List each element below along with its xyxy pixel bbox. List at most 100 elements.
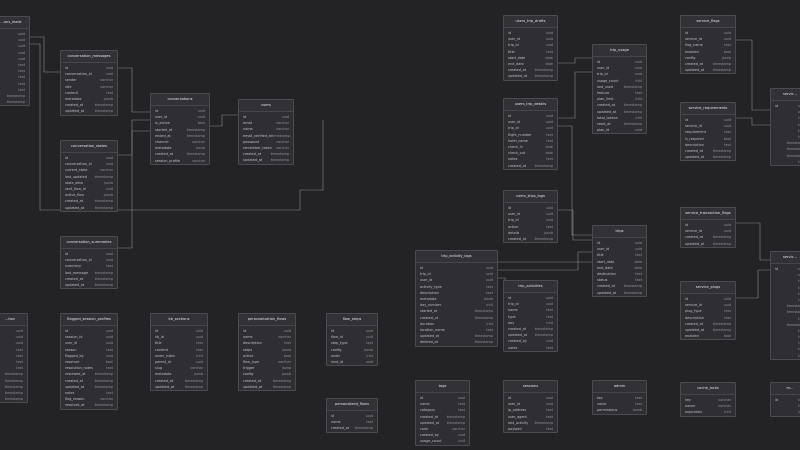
- column-name: permissions: [597, 408, 618, 413]
- relation-line: [736, 39, 770, 111]
- table-conversation-messages[interactable]: conversation_messages id uuid conversation_…: [60, 50, 118, 116]
- column-type: int4: [724, 410, 731, 415]
- column-name: updated_at: [243, 384, 263, 389]
- column-row[interactable]: updated_at timestamp: [151, 384, 207, 390]
- column-row[interactable]: next_id uuid: [327, 359, 377, 365]
- column-row[interactable]: notes text: [504, 345, 557, 351]
- column-type: timestamp: [712, 155, 731, 160]
- table-title: users_trip_drafts: [504, 16, 557, 28]
- column-type: timestamp: [94, 109, 113, 114]
- column-row[interactable]: created_at timestamp: [504, 236, 557, 242]
- table-title: conversations: [151, 94, 209, 106]
- column-row[interactable]: plan_id uuid: [593, 127, 646, 133]
- column-type: int4: [458, 439, 465, 444]
- table-title: conversation_states: [61, 141, 117, 153]
- table-trip-activity-logs[interactable]: trip_activity_logs id uuid trip_id uuid user_…: [415, 250, 498, 347]
- column-row[interactable]: timestamp: [0, 99, 29, 105]
- column-name: id: [775, 398, 779, 402]
- column-type: timestamp: [94, 282, 113, 287]
- column-row[interactable]: expiration int4: [681, 409, 735, 415]
- relation-line: [736, 117, 770, 126]
- table-kb-sections[interactable]: kb_sections id uuid kb_id uuid title text conte…: [150, 313, 208, 391]
- column-row[interactable]: updated_at timestamp: [239, 384, 295, 390]
- column-type: timestamp: [94, 205, 113, 210]
- relation-line: [117, 119, 150, 156]
- table-service-flags[interactable]: service_flags id uuid service_id uuid flag_na…: [680, 15, 736, 75]
- table-trip-activities[interactable]: trip_activities id uuid trip_id uuid name text…: [503, 280, 558, 352]
- column-row[interactable]: text: [771, 159, 800, 165]
- table-conversations[interactable]: conversations id uuid user_id uuid is_active b…: [150, 93, 210, 165]
- table-service-transaction-flags[interactable]: service_transaction_flags id uuid service_i…: [680, 207, 736, 248]
- column-type: timestamp: [94, 403, 113, 408]
- table-cache-locks[interactable]: cache_locks key varchar owner varchar expirat…: [680, 382, 736, 417]
- column-name: deleted_at: [420, 340, 438, 345]
- column-row[interactable]: updated_at timestamp: [61, 108, 117, 114]
- column-type: bool: [723, 334, 731, 339]
- column-name: updated_at: [155, 384, 175, 389]
- table-admin[interactable]: admin key text value text permissions jsonb: [592, 380, 647, 415]
- column-row[interactable]: updated_at timestamp: [593, 290, 646, 296]
- erd-canvas[interactable]: ...ons_leadsiduuiduuiduuiduuiduuidtextte…: [0, 0, 800, 450]
- table-conversation-states[interactable]: conversation_states id uuid conversation_id…: [60, 140, 118, 212]
- column-row[interactable]: resolved_at timestamp: [61, 402, 117, 408]
- table-trip-usage[interactable]: trip_usage id uuid user_id uuid trip_id uuid us…: [592, 44, 647, 135]
- relation-line: [30, 36, 60, 73]
- column-type: jsonb: [632, 408, 642, 413]
- column-row[interactable]: created_at timestamp: [327, 425, 377, 431]
- table-users-trip-details[interactable]: users_trip_details id uuid user_id uuid trip_…: [503, 98, 558, 170]
- column-row[interactable]: updated_at timestamp: [681, 67, 735, 73]
- column-row[interactable]: updated_at timestamp: [681, 154, 735, 160]
- column-type: varchar: [192, 158, 205, 163]
- table-conversation-summaries[interactable]: conversation_summaries id uuid conversation…: [60, 236, 118, 290]
- column-row[interactable]: enabled bool: [681, 333, 735, 339]
- column-row[interactable]: created_at timestamp: [504, 163, 557, 169]
- table-users-trips-logs[interactable]: users_trips_logs id uuid user_id uuid trip_id…: [503, 190, 558, 244]
- column-name: updated_at: [243, 158, 263, 163]
- table-title: conversation_summaries: [61, 237, 117, 249]
- table-flow-steps[interactable]: flow_steps id uuid flow_id uuid step_type text…: [326, 313, 378, 367]
- table-m[interactable]: m...idint4textint4: [770, 382, 800, 417]
- column-row[interactable]: updated_at timestamp: [504, 73, 557, 79]
- column-row[interactable]: permissions jsonb: [593, 407, 646, 413]
- table-flagged-session-profiles[interactable]: flagged_session_profiles id uuid session_id…: [60, 313, 118, 410]
- table-sessions[interactable]: sessions id uuid user_id uuid ip_address text u…: [503, 380, 558, 434]
- table-title: servic...: [771, 89, 800, 101]
- column-name: resolved_at: [65, 403, 85, 408]
- column-row[interactable]: text: [771, 353, 800, 359]
- column-row[interactable]: deleted_at timestamp: [416, 339, 497, 345]
- table-title: ...ons_leads: [0, 17, 29, 29]
- table-users[interactable]: users id uuid email varchar name varchar email_…: [238, 99, 294, 165]
- column-row[interactable]: timestamp: [0, 396, 27, 402]
- column-row[interactable]: payload text: [504, 426, 557, 432]
- table-servic[interactable]: servic...iduuiduuidtexttexttexttexttimes…: [770, 88, 800, 166]
- column-name: created_at: [508, 163, 527, 168]
- column-type: uuid: [365, 359, 373, 364]
- table-title: users: [239, 100, 293, 112]
- table-personalization-flows[interactable]: personalization_flows id uuid name varchar de…: [238, 313, 296, 391]
- table-title: sessions: [504, 381, 557, 393]
- table-title: flagged_session_profiles: [61, 314, 117, 326]
- table-users-trip-drafts[interactable]: users_trip_drafts id uuid user_id uuid trip_i…: [503, 15, 558, 81]
- table-title: service_transaction_flags: [681, 208, 735, 220]
- column-row[interactable]: int4: [771, 409, 800, 415]
- table-trips[interactable]: trips id uuid user_id uuid title text start_dat…: [592, 225, 647, 297]
- column-row[interactable]: updated_at timestamp: [61, 282, 117, 288]
- column-name: id: [775, 267, 779, 271]
- column-row[interactable]: usage_count int4: [416, 438, 469, 444]
- table-ons-leads[interactable]: ...ons_leadsiduuiduuiduuiduuiduuidtextte…: [0, 16, 30, 107]
- table-personalized-flows[interactable]: personalized_flows id uuid name text created_…: [326, 398, 378, 433]
- column-type: timestamp: [712, 241, 731, 246]
- relation-line: [558, 209, 592, 241]
- table-title: admin: [593, 381, 646, 393]
- column-row[interactable]: session_profile varchar: [151, 158, 209, 164]
- table-tags[interactable]: tags id uuid name text category text created_at…: [415, 380, 470, 446]
- table-tion[interactable]: ...tioniduuiduuiduuidtexttexttexttexttim…: [0, 313, 28, 404]
- column-row[interactable]: updated_at timestamp: [61, 205, 117, 211]
- column-row[interactable]: updated_at timestamp: [681, 241, 735, 247]
- column-type: timestamp: [712, 68, 731, 73]
- table-service-requirements[interactable]: service_requirements id uuid service_id uuid…: [680, 102, 736, 162]
- table-service-plugs[interactable]: service_plugs id uuid service_id uuid plug_ty…: [680, 281, 736, 341]
- table-servic[interactable]: servic...iduuiduuidtexttexttexttexttimes…: [770, 251, 800, 360]
- column-row[interactable]: updated_at timestamp: [239, 157, 293, 163]
- column-name: payload: [508, 426, 522, 431]
